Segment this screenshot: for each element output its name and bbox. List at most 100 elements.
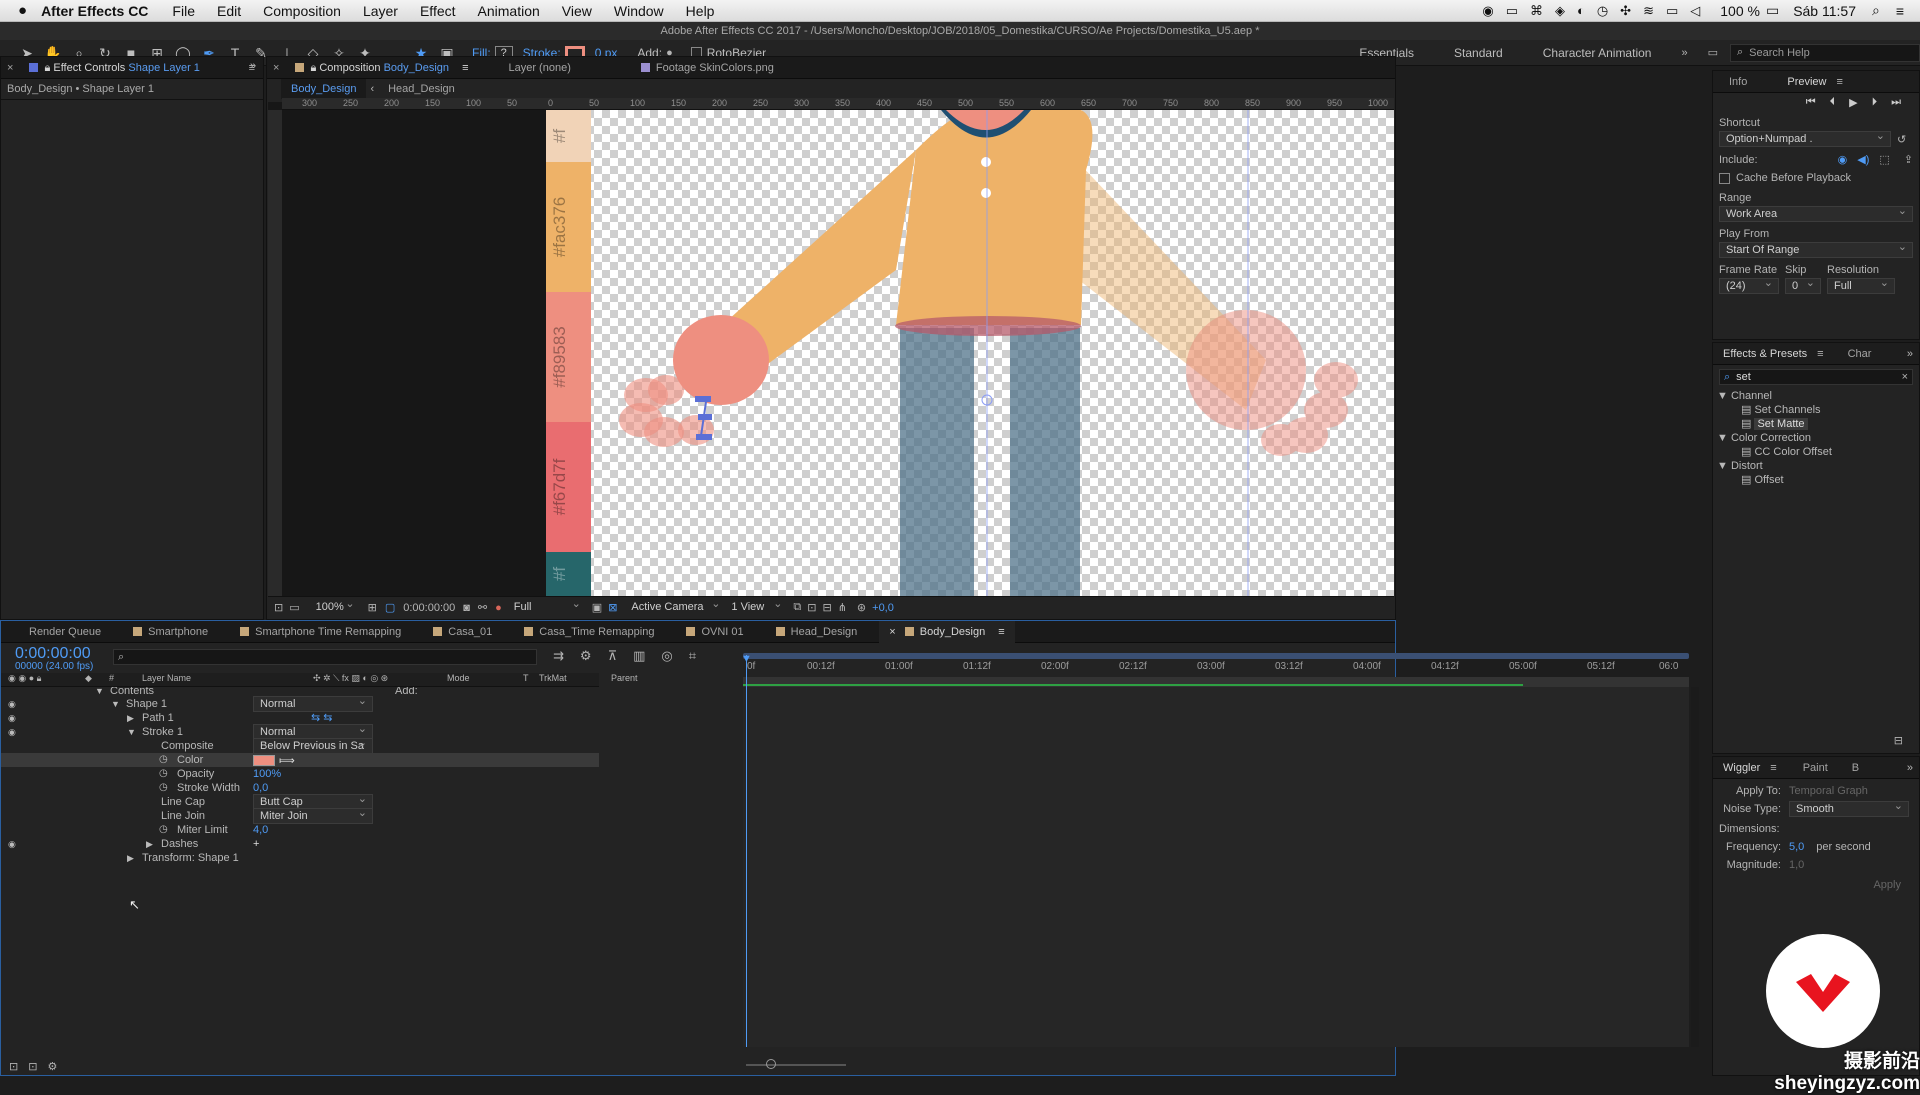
apple-icon[interactable]: ● — [18, 2, 27, 19]
tab-head-design[interactable]: Head_Design — [766, 621, 868, 643]
skip-dropdown[interactable]: 0 — [1785, 276, 1821, 294]
tab-character[interactable]: Char — [1838, 343, 1882, 365]
effect-item-set-matte[interactable]: ▤ Set Matte — [1713, 417, 1919, 431]
stopwatch-icon[interactable]: ◷ — [159, 767, 168, 781]
shy-layers-icon[interactable]: ⊼ — [608, 648, 618, 664]
zoom-slider-knob[interactable] — [766, 1059, 776, 1069]
tab-menu-icon[interactable]: ≡ — [998, 626, 1004, 638]
motion-blur-icon[interactable]: ◎ — [661, 648, 672, 664]
tab-casa-01[interactable]: Casa_01 — [423, 621, 502, 643]
tab-effects-presets[interactable]: Effects & Presets — [1713, 343, 1817, 365]
view-layout-dropdown[interactable]: 1 View — [725, 597, 787, 616]
subtab-body-design[interactable]: Body_Design — [281, 79, 367, 99]
miter-limit-value[interactable]: 4,0 — [253, 823, 268, 837]
next-frame-icon[interactable]: ⏵ — [1872, 96, 1878, 109]
apply-button[interactable]: Apply — [1873, 879, 1901, 891]
opacity-value[interactable]: 100% — [253, 767, 281, 781]
twirl-right-icon[interactable]: ▶ — [127, 711, 134, 725]
channel-icon[interactable]: ● — [495, 602, 502, 614]
menu-layer[interactable]: Layer — [363, 3, 398, 19]
eyedropper-icon[interactable]: ⟾ — [279, 754, 295, 768]
spotlight-icon[interactable]: ⌕ — [1872, 2, 1880, 19]
playhead-icon[interactable]: ▼ — [741, 653, 752, 665]
always-preview-icon[interactable]: ⊡ — [274, 601, 283, 614]
toggle-modes-icon[interactable]: ⊡ — [28, 1060, 37, 1073]
tab-render-queue[interactable]: Render Queue — [19, 621, 111, 643]
fast-previews-icon[interactable]: ⊡ — [807, 601, 816, 614]
range-dropdown[interactable]: Work Area — [1719, 204, 1913, 222]
toggle-pixel-aspect-icon[interactable]: ⧉ — [793, 601, 801, 614]
resolution-dropdown[interactable]: Full — [508, 597, 586, 616]
first-frame-icon[interactable]: ⏮ — [1806, 96, 1816, 109]
draft-3d-icon[interactable]: ⚙ — [580, 648, 592, 664]
battery-icon[interactable]: ▭ — [1766, 2, 1779, 19]
shortcut-dropdown[interactable]: Option+Numpad . — [1719, 129, 1891, 147]
zoom-dropdown[interactable]: 100% — [310, 597, 360, 616]
snapshot-icon[interactable]: ◙ — [463, 602, 470, 614]
tab-layer[interactable]: Layer (none) — [498, 57, 580, 79]
visibility-eye-icon[interactable]: ◉ — [8, 711, 16, 725]
parent-column[interactable]: Parent — [611, 673, 638, 683]
previous-frame-icon[interactable]: ⏴ — [1830, 96, 1836, 109]
left-collapse-icon[interactable]: » — [250, 60, 256, 72]
stroke-width-value[interactable]: 0,0 — [253, 781, 268, 795]
work-area-bar[interactable] — [743, 653, 1689, 659]
time-ruler[interactable]: 0f 00:12f 01:00f 01:12f 02:00f 02:12f 03… — [743, 653, 1693, 675]
include-overlays-icon[interactable]: ⬚ — [1879, 153, 1889, 166]
monitor-icon[interactable]: ▭ — [289, 601, 299, 614]
toggle-switches-icon[interactable]: ⊡ — [9, 1060, 18, 1073]
tab-ovni-01[interactable]: OVNI 01 — [676, 621, 753, 643]
tab-wiggler[interactable]: Wiggler — [1713, 757, 1770, 779]
workspace-overflow-icon[interactable]: » — [1681, 47, 1687, 59]
panel-layout-icon[interactable]: ▭ — [1708, 46, 1718, 59]
stopwatch-icon[interactable]: ◷ — [159, 781, 168, 795]
add-dash-button[interactable]: + — [253, 837, 259, 851]
camera-dropdown[interactable]: Active Camera — [625, 597, 725, 616]
clear-search-icon[interactable]: × — [1902, 371, 1908, 383]
stopwatch-icon[interactable]: ◷ — [159, 823, 168, 837]
contents-add-label[interactable]: Add: — [395, 687, 418, 697]
tab-menu-icon[interactable]: ≡ — [462, 62, 468, 74]
tab-info[interactable]: Info — [1719, 71, 1757, 93]
include-audio-icon[interactable]: ◀) — [1857, 153, 1869, 166]
layer-row-shape-1[interactable]: ◉ ▼ Shape 1 Normal — [1, 694, 599, 712]
viewer-close[interactable]: × — [267, 57, 285, 79]
layer-row-dashes[interactable]: ◉ ▶ Dashes + — [1, 837, 599, 851]
transparency-grid-icon[interactable]: ⊠ — [608, 601, 617, 614]
layer-row-transform-shape-1[interactable]: ▶ Transform: Shape 1 — [1, 851, 599, 865]
status-icons[interactable]: ◉▭⌘◈◐◷✣≋▭◁ — [1482, 3, 1712, 19]
clock[interactable]: Sáb 11:57 — [1793, 3, 1856, 19]
menu-window[interactable]: Window — [614, 3, 664, 19]
blend-mode-dropdown[interactable]: Normal — [253, 694, 373, 712]
layer-row-miter-limit[interactable]: ◷ Miter Limit 4,0 — [1, 823, 599, 837]
menu-view[interactable]: View — [562, 3, 592, 19]
layer-row-line-join[interactable]: Line Join Miter Join — [1, 806, 599, 824]
tab-smartphone[interactable]: Smartphone — [123, 621, 218, 643]
timeline-scrollbar[interactable] — [1691, 687, 1699, 1047]
layer-row-stroke-1[interactable]: ◉ ▼ Stroke 1 Normal — [1, 722, 599, 740]
frame-rate-dropdown[interactable]: (24) — [1719, 276, 1779, 294]
timeline-icon[interactable]: ⊟ — [822, 601, 831, 614]
tab-body-design[interactable]: × Body_Design ≡ — [879, 620, 1015, 643]
effect-item-offset[interactable]: ▤ Offset — [1713, 473, 1919, 487]
reset-icon[interactable]: ↺ — [1897, 133, 1906, 146]
composite-dropdown[interactable]: Below Previous in Sa — [253, 738, 373, 754]
layer-row-color[interactable]: ◷ Color ⟾ — [1, 753, 599, 767]
tab-footage[interactable]: Footage SkinColors.png — [631, 57, 784, 79]
twirl-down-icon[interactable]: ▼ — [95, 687, 104, 696]
menu-animation[interactable]: Animation — [478, 3, 540, 19]
exposure-value[interactable]: +0,0 — [872, 602, 894, 614]
external-preview-icon[interactable]: ⇪ — [1904, 153, 1913, 166]
timeline-zoom-slider[interactable] — [746, 1064, 846, 1066]
apply-to-dropdown[interactable]: Temporal Graph — [1789, 785, 1868, 797]
workspace-character-animation[interactable]: Character Animation — [1543, 46, 1652, 60]
safe-area-icon[interactable]: ▢ — [385, 601, 395, 614]
visibility-eye-icon[interactable]: ◉ — [8, 725, 16, 739]
frame-blending-icon[interactable]: ▥ — [633, 648, 645, 664]
effect-item-set-channels[interactable]: ▤ Set Channels — [1713, 403, 1919, 417]
panel-menu-icon[interactable]: ≡ — [1770, 762, 1776, 774]
effects-group-color-correction[interactable]: ▼ Color Correction — [1713, 431, 1919, 445]
new-preset-icon[interactable]: ⊟ — [1894, 734, 1903, 747]
twirl-right-icon[interactable]: ▶ — [127, 851, 134, 865]
effects-group-distort[interactable]: ▼ Distort — [1713, 459, 1919, 473]
